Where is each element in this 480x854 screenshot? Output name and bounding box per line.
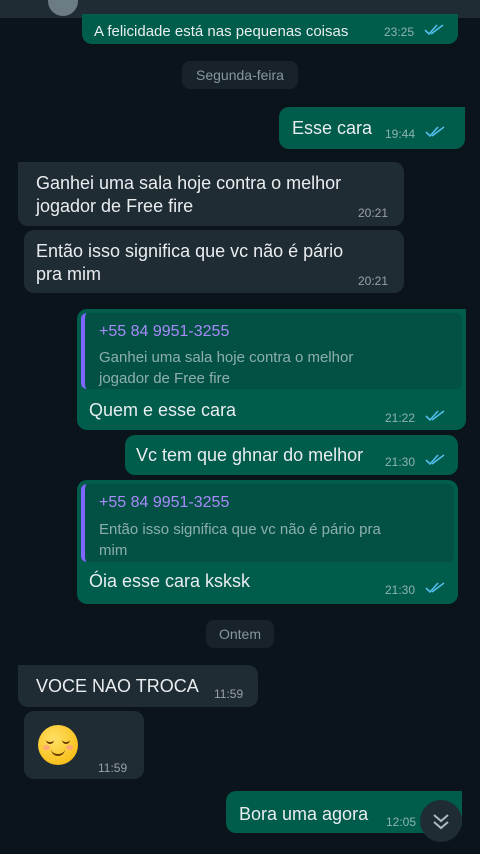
- message-bubble-incoming[interactable]: Então isso significa que vc não é pário …: [24, 230, 404, 293]
- message-text: Esse cara: [292, 118, 373, 138]
- message-text: VOCE NAO TROCA: [36, 676, 199, 696]
- message-bubble-incoming[interactable]: VOCE NAO TROCA 11:59: [18, 665, 258, 707]
- message-time: 20:21: [358, 206, 389, 220]
- message-time: 11:59: [214, 687, 244, 701]
- message-text: Vc tem que ghnar do melhor: [136, 445, 364, 465]
- message-text: Óia esse cara ksksk: [89, 571, 251, 591]
- read-ticks-icon: [425, 454, 447, 466]
- scroll-to-bottom-button[interactable]: [420, 800, 462, 842]
- message-bubble-outgoing[interactable]: +55 84 9951-3255 Então isso significa qu…: [77, 480, 458, 604]
- read-ticks-icon: [425, 410, 447, 422]
- message-time: 11:59: [98, 761, 128, 775]
- message-bubble-outgoing[interactable]: +55 84 9951-3255 Ganhei uma sala hoje co…: [77, 309, 466, 430]
- message-time: 21:30: [385, 583, 416, 597]
- chevron-double-down-icon: [433, 814, 449, 830]
- message-bubble-outgoing[interactable]: Esse cara 19:44: [279, 107, 465, 149]
- contact-avatar[interactable]: [48, 0, 78, 16]
- message-time: 21:30: [385, 455, 416, 469]
- message-text: Ganhei uma sala hoje contra o melhor: [36, 173, 342, 193]
- message-time: 12:05: [386, 815, 417, 829]
- message-time: 20:21: [358, 274, 389, 288]
- message-time: 21:22: [385, 411, 416, 425]
- quoted-text: jogador de Free fire: [99, 370, 230, 387]
- message-bubble-incoming[interactable]: 11:59: [24, 711, 144, 779]
- message-bubble-outgoing[interactable]: Vc tem que ghnar do melhor 21:30: [125, 435, 458, 475]
- read-ticks-icon: [424, 24, 446, 36]
- message-text: jogador de Free fire: [36, 196, 194, 216]
- quoted-message[interactable]: +55 84 9951-3255 Ganhei uma sala hoje co…: [81, 313, 462, 389]
- message-text: Quem e esse cara: [89, 400, 237, 420]
- message-text: pra mim: [36, 264, 102, 284]
- message-time: 23:25: [384, 25, 415, 39]
- quoted-author: +55 84 9951-3255: [99, 323, 230, 340]
- day-separator: Ontem: [206, 620, 274, 648]
- quoted-author: +55 84 9951-3255: [99, 494, 230, 511]
- read-ticks-icon: [425, 126, 447, 138]
- message-bubble-incoming[interactable]: Ganhei uma sala hoje contra o melhor jog…: [18, 162, 404, 226]
- quoted-text: mim: [99, 542, 128, 559]
- quoted-text: Então isso significa que vc não é pário …: [99, 521, 381, 538]
- chat-view[interactable]: A felicidade está nas pequenas coisas 23…: [0, 0, 480, 854]
- read-ticks-icon: [425, 582, 447, 594]
- message-text: A felicidade está nas pequenas coisas: [94, 23, 349, 40]
- quoted-text: Ganhei uma sala hoje contra o melhor: [99, 349, 354, 366]
- message-text: Então isso significa que vc não é pário: [36, 241, 344, 261]
- message-text: Bora uma agora: [239, 804, 369, 824]
- message-time: 19:44: [385, 127, 416, 141]
- relieved-face-emoji-icon: [38, 725, 78, 765]
- quoted-message[interactable]: +55 84 9951-3255 Então isso significa qu…: [81, 484, 454, 562]
- day-separator: Segunda-feira: [182, 61, 298, 89]
- message-bubble-outgoing[interactable]: A felicidade está nas pequenas coisas 23…: [82, 14, 458, 44]
